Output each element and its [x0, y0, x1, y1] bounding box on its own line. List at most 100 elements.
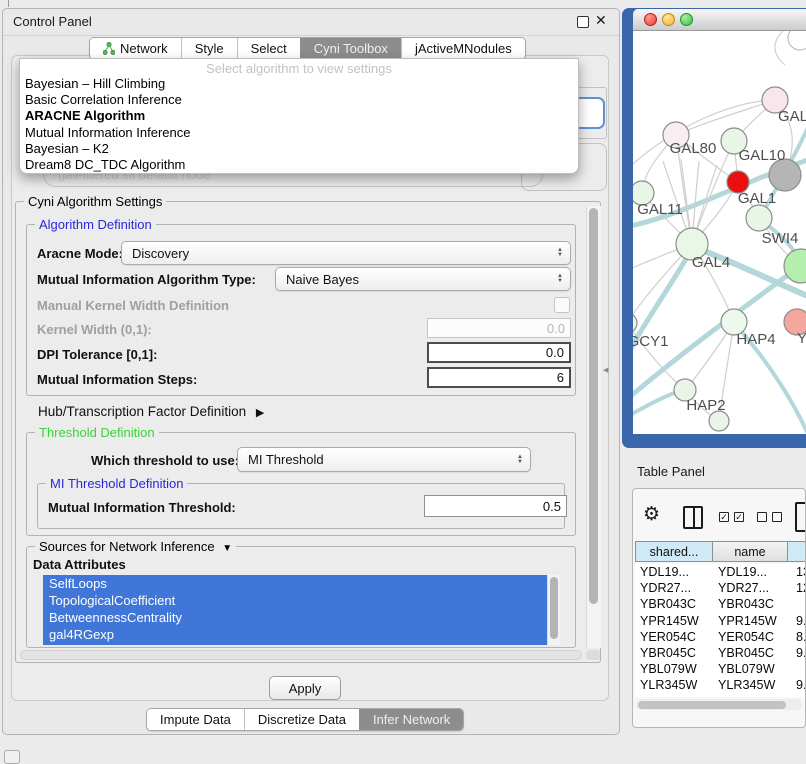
network-node-label: HAP2 — [686, 397, 725, 414]
table-cell: YER054C — [635, 630, 713, 644]
select-all-checkbox-icon[interactable]: ✓ — [719, 512, 729, 522]
algorithm-option[interactable]: Basic Correlation Inference — [20, 92, 578, 108]
network-node-label: GAL10 — [739, 147, 786, 164]
tab-impute-data[interactable]: Impute Data — [147, 709, 244, 730]
algorithm-option[interactable]: Mutual Information Inference — [20, 125, 578, 141]
aracne-mode-combo[interactable]: Discovery ▲▼ — [121, 241, 571, 265]
tab-cyni-toolbox[interactable]: Cyni Toolbox — [300, 38, 401, 59]
close-traffic-light[interactable] — [644, 13, 657, 26]
deselect-all-checkbox-icon[interactable] — [757, 512, 767, 522]
table-cell: YDR27... — [635, 581, 713, 595]
threshold-definition-group: Threshold Definition Which threshold to … — [26, 432, 576, 536]
table-row[interactable]: YER054CYER054C8. — [635, 629, 806, 645]
kernel-width-field[interactable]: 0.0 — [427, 318, 571, 338]
table-panel-window: ⚙ ✓ ✓ shared...nameA YDL19...YDL19...13Y… — [632, 488, 806, 728]
table-view-icon[interactable] — [795, 502, 806, 532]
sources-legend[interactable]: Sources for Network Inference ▼ — [35, 539, 236, 556]
tab-jactivemnodules[interactable]: jActiveMNodules — [401, 38, 525, 59]
panel-splitter-handle[interactable]: ◀ — [603, 366, 608, 374]
kernel-width-label: Kernel Width (0,1): — [37, 322, 152, 337]
table-row[interactable]: YDR27...YDR27...12 — [635, 580, 806, 596]
tab-style[interactable]: Style — [181, 38, 237, 59]
settings-vertical-scrollbar[interactable] — [586, 206, 601, 648]
network-node[interactable] — [633, 313, 637, 333]
table-cell: YBR043C — [713, 597, 788, 611]
mi-threshold-legend: MI Threshold Definition — [46, 476, 187, 491]
attribute-list-item[interactable]: gal4RGexp — [43, 626, 559, 643]
tab-label: Impute Data — [160, 712, 231, 727]
network-node[interactable] — [709, 411, 729, 431]
apply-button[interactable]: Apply — [269, 676, 341, 700]
desktop: { "icons": { "close": "✕", "collapse_rig… — [0, 0, 806, 762]
manual-kernel-checkbox[interactable] — [554, 297, 570, 313]
tab-discretize-data[interactable]: Discretize Data — [244, 709, 359, 730]
table-cell: 9. — [788, 614, 806, 628]
table-row[interactable]: YBR045CYBR045C9. — [635, 645, 806, 661]
table-cell: 12 — [788, 581, 806, 595]
minimize-traffic-light[interactable] — [662, 13, 675, 26]
table-settings-gear-icon[interactable]: ⚙ — [643, 505, 660, 524]
network-edge[interactable] — [676, 100, 775, 135]
network-node-label: HAP4 — [736, 331, 775, 348]
table-cell: 13 — [788, 565, 806, 579]
table-cell: YLR345W — [713, 678, 788, 692]
tab-label: Style — [195, 41, 224, 56]
attribute-list-item[interactable]: BetweennessCentrality — [43, 609, 559, 626]
sources-legend-label: Sources for Network Inference — [39, 539, 215, 554]
tab-select[interactable]: Select — [237, 38, 300, 59]
deselect-all-checkbox-icon[interactable] — [772, 512, 782, 522]
algorithm-option[interactable]: Bayesian – Hill Climbing — [20, 76, 578, 92]
attributes-list-scrollbar[interactable] — [547, 575, 560, 645]
which-threshold-combo[interactable]: MI Threshold ▲▼ — [237, 447, 531, 472]
dropdown-options: Bayesian – Hill ClimbingBasic Correlatio… — [20, 76, 578, 173]
mi-threshold-field[interactable]: 0.5 — [424, 495, 567, 517]
network-node[interactable] — [746, 205, 772, 231]
table-column-header[interactable]: A — [788, 541, 806, 562]
combo-arrows-icon: ▲▼ — [557, 274, 563, 284]
network-node-label: SWI4 — [762, 230, 799, 247]
window-edge-tick — [8, 0, 9, 7]
table-cell: YPR145W — [713, 614, 788, 628]
dpi-tolerance-field[interactable]: 0.0 — [427, 342, 571, 363]
cyni-settings-group: Cyni Algorithm Settings Algorithm Defini… — [15, 201, 601, 663]
table-column-header[interactable]: name — [713, 541, 788, 562]
table-row[interactable]: YIL053CYIL053C9. — [635, 694, 806, 698]
table-row[interactable]: YDL19...YDL19...13 — [635, 564, 806, 580]
bottom-tab-bar: Impute Data Discretize DataInfer Network — [146, 708, 464, 731]
mi-type-value: Naive Bayes — [286, 272, 359, 287]
table-cell: 9. — [788, 695, 806, 697]
table-header-row: shared...nameA — [635, 541, 806, 562]
control-panel-titlebar[interactable]: Control Panel ✕ — [3, 9, 619, 36]
table-column-header[interactable]: shared... — [635, 541, 713, 562]
algorithm-definition-group: Algorithm Definition Aracne Mode: Discov… — [26, 224, 576, 396]
mi-steps-field[interactable]: 6 — [427, 367, 571, 388]
tab-network[interactable]: Network — [90, 38, 181, 59]
sources-group: Sources for Network Inference ▼ Data Att… — [26, 546, 576, 648]
table-row[interactable]: YBL079WYBL079W — [635, 661, 806, 677]
table-row[interactable]: YPR145WYPR145W9. — [635, 613, 806, 629]
top-tab-bar: Network Style SelectCyni ToolboxjActiveMNo… — [89, 37, 526, 60]
network-canvas[interactable]: GALGAL80GAL10GAL1GAL11SWI4GAL4GCY1HAP4YH… — [633, 31, 806, 434]
algorithm-option[interactable]: Bayesian – K2 — [20, 141, 578, 157]
close-icon[interactable]: ✕ — [595, 12, 607, 29]
network-window-titlebar[interactable] — [633, 9, 806, 31]
zoom-traffic-light[interactable] — [680, 13, 693, 26]
network-edge[interactable] — [775, 31, 785, 65]
algorithm-option[interactable]: ARACNE Algorithm — [20, 108, 578, 124]
network-node-label: GCY1 — [633, 333, 668, 350]
tab-infer-network[interactable]: Infer Network — [359, 709, 463, 730]
mi-type-combo[interactable]: Naive Bayes ▲▼ — [275, 267, 571, 291]
table-row[interactable]: YBR043CYBR043C — [635, 596, 806, 612]
network-node[interactable] — [788, 31, 806, 50]
float-window-icon[interactable] — [577, 16, 589, 28]
settings-horizontal-scrollbar[interactable] — [20, 650, 582, 660]
column-layout-icon[interactable] — [683, 506, 703, 529]
attribute-list-item[interactable]: TopologicalCoefficient — [43, 592, 559, 609]
table-row[interactable]: YLR345WYLR345W9. — [635, 677, 806, 693]
select-all-checkbox-icon[interactable]: ✓ — [734, 512, 744, 522]
attribute-list-item[interactable]: SelfLoops — [43, 575, 559, 592]
algorithm-option[interactable]: Dream8 DC_TDC Algorithm — [20, 157, 578, 173]
control-panel-title: Control Panel — [13, 14, 92, 29]
table-horizontal-scrollbar[interactable] — [636, 699, 802, 710]
hub-definition-toggle[interactable]: Hub/Transcription Factor Definition ▶ — [38, 404, 264, 419]
